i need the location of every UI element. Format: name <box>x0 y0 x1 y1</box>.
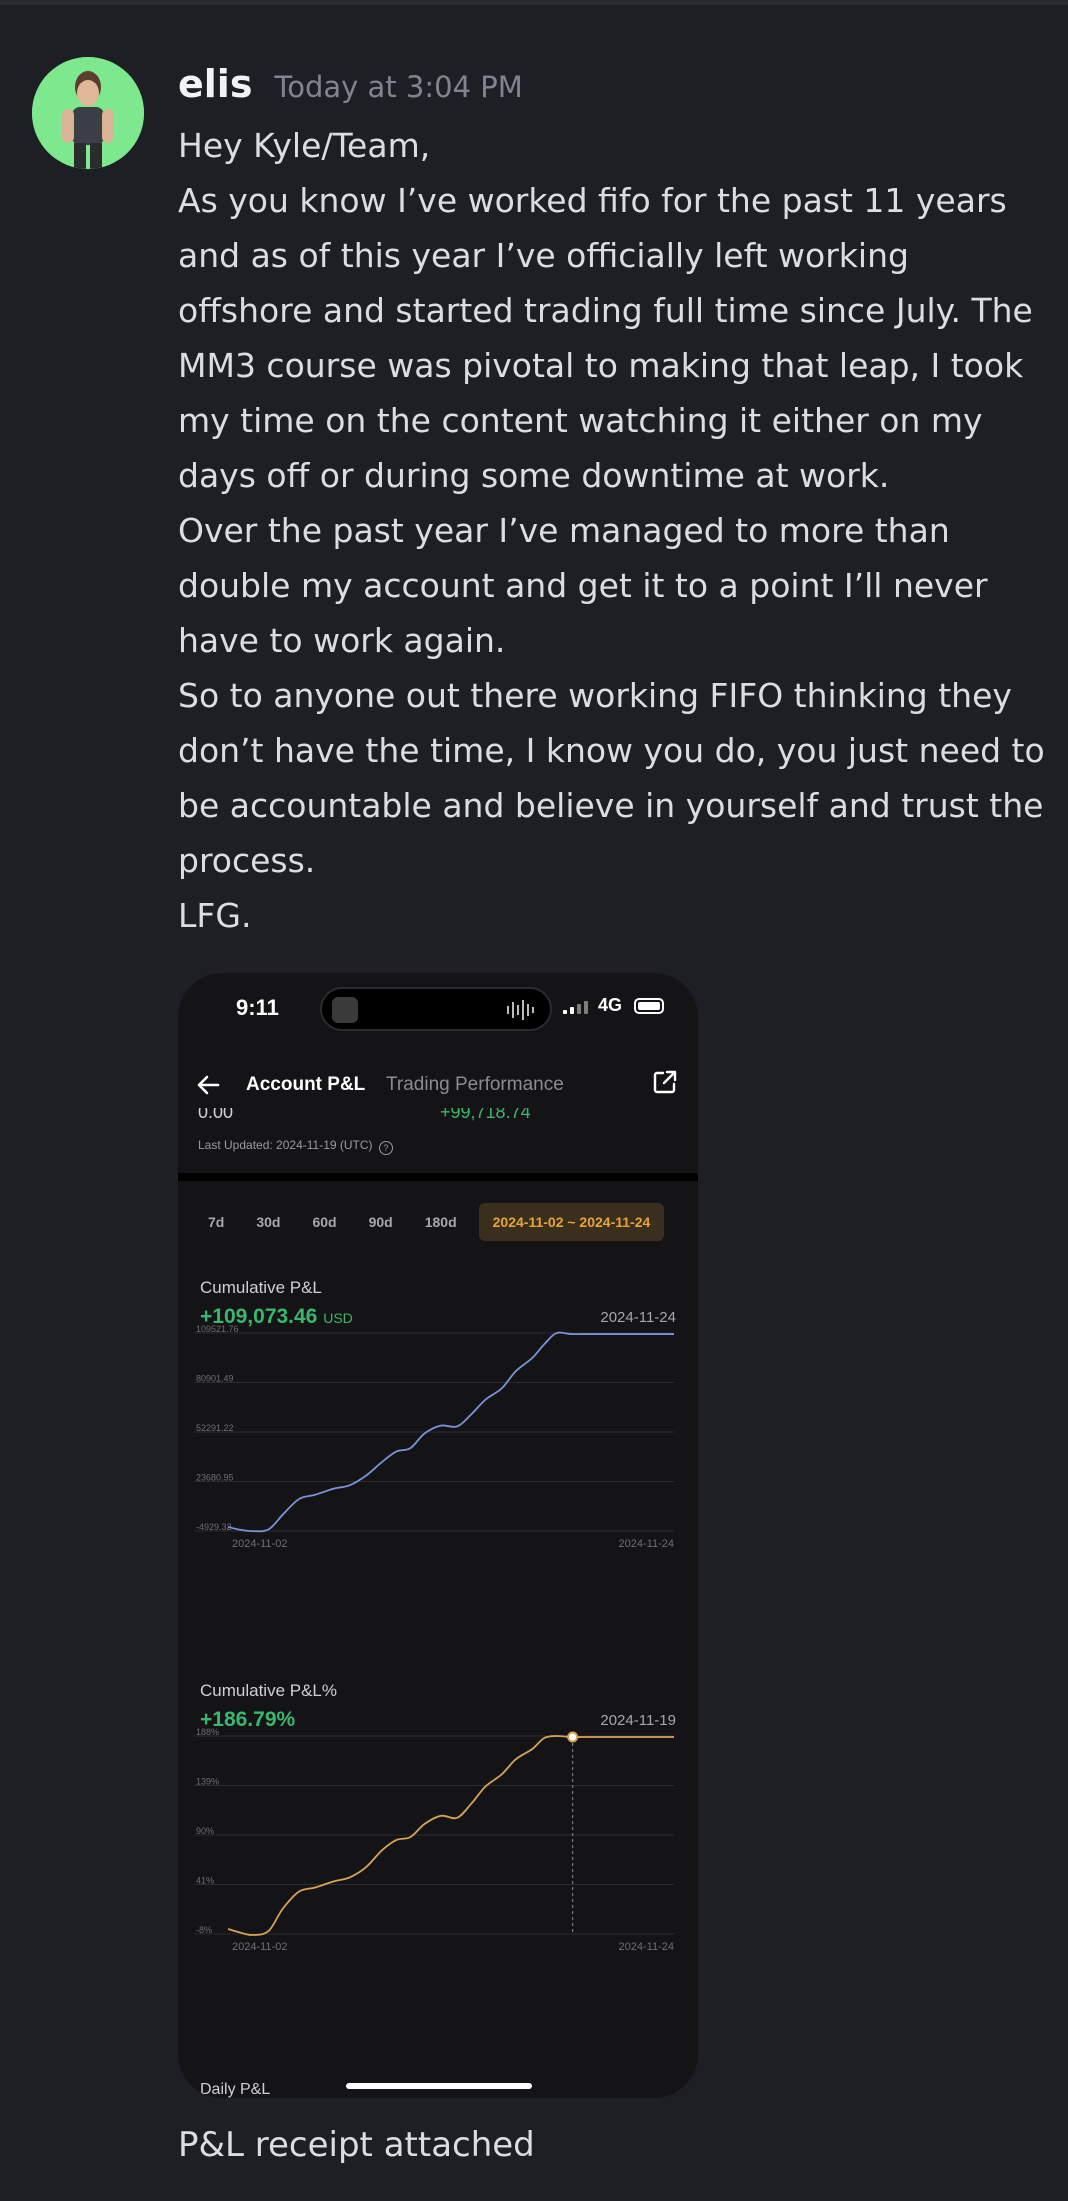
avatar-person-icon <box>32 57 144 169</box>
y-tick-label: 23680.95 <box>196 1473 234 1483</box>
battery-icon <box>634 998 664 1014</box>
y-tick-label: 41% <box>196 1876 214 1886</box>
balance-cut-text: 0.00 <box>198 1108 234 1122</box>
message-line: So to anyone out there working FIFO thin… <box>178 676 1045 880</box>
last-updated: Last Updated: 2024-11-19 (UTC) ? <box>198 1138 393 1155</box>
range-90d[interactable]: 90d <box>353 1214 409 1230</box>
message-footer: P&L receipt attached <box>178 2125 535 2165</box>
y-tick-label: 109521.76 <box>196 1324 239 1334</box>
y-tick-label: 139% <box>196 1777 219 1787</box>
username[interactable]: elis <box>178 62 252 106</box>
range-7d[interactable]: 7d <box>192 1214 240 1230</box>
range-custom[interactable]: 2024-11-02 ~ 2024-11-24 <box>478 1203 665 1241</box>
tab-account-pnl[interactable]: Account P&L <box>246 1074 365 1096</box>
tab-trading-performance[interactable]: Trading Performance <box>386 1074 564 1096</box>
help-icon[interactable]: ? <box>378 1141 393 1155</box>
y-tick-label: 52291.22 <box>196 1423 234 1433</box>
x-tick-label: 2024-11-02 <box>232 1941 287 1953</box>
home-indicator[interactable] <box>346 2083 532 2089</box>
message-line: As you know I’ve worked fifo for the pas… <box>178 181 1033 495</box>
message-line: Over the past year I’ve managed to more … <box>178 511 988 660</box>
share-external-icon[interactable] <box>650 1067 680 1097</box>
range-30d[interactable]: 30d <box>240 1214 296 1230</box>
pnl-cut-text: +99,718.74 <box>440 1108 531 1122</box>
message-line: Hey Kyle/Team, <box>178 126 431 165</box>
network-label: 4G <box>598 995 623 1015</box>
x-tick-label: 2024-11-24 <box>619 1941 674 1953</box>
avatar[interactable] <box>32 57 144 169</box>
audio-wave-icon <box>507 999 534 1021</box>
y-tick-label: -4929.32 <box>196 1522 232 1532</box>
x-tick-label: 2024-11-24 <box>619 1538 674 1550</box>
range-60d[interactable]: 60d <box>296 1214 352 1230</box>
y-tick-label: 90% <box>196 1826 214 1836</box>
y-tick-label: -8% <box>196 1925 212 1935</box>
timestamp: Today at 3:04 PM <box>274 70 523 104</box>
dynamic-island <box>320 987 552 1031</box>
signal-icon <box>563 1000 588 1014</box>
section-divider <box>178 1173 698 1181</box>
chart-title: Cumulative P&L% <box>200 1681 338 1700</box>
highlight-point[interactable] <box>567 1731 579 1743</box>
app-icon <box>332 997 358 1023</box>
back-arrow-icon[interactable] <box>192 1069 224 1101</box>
range-180d[interactable]: 180d <box>409 1214 473 1230</box>
y-tick-label: 188% <box>196 1727 219 1737</box>
x-tick-label: 2024-11-02 <box>232 1538 287 1550</box>
daily-pnl-label: Daily P&L <box>200 2081 271 2098</box>
chart-title: Cumulative P&L <box>200 1278 322 1297</box>
cumulative-pnl-percent-chart: 188% 139% 90% 41% -8% 2024-11-02 2024-11-24 <box>194 1727 674 1953</box>
attachment-screenshot[interactable]: 9:11 4G Account P&L Trading Performance … <box>178 973 698 2098</box>
cumulative-pnl-chart: 109521.76 80901.49 52291.22 23680.95 -4929.3… <box>194 1324 674 1550</box>
app-nav: Account P&L Trading Performance <box>178 1061 698 1111</box>
top-divider <box>0 0 1068 5</box>
y-tick-label: 80901.49 <box>196 1374 234 1384</box>
message-header: elis Today at 3:04 PM <box>178 62 523 112</box>
series-line <box>227 1735 674 1936</box>
status-time: 9:11 <box>236 995 279 1020</box>
message-line: LFG. <box>178 896 252 935</box>
range-selector: 7d 30d 60d 90d 180d 2024-11-02 ~ 2024-11… <box>192 1203 665 1241</box>
message-body: Hey Kyle/Team, As you know I’ve worked f… <box>178 118 1048 943</box>
